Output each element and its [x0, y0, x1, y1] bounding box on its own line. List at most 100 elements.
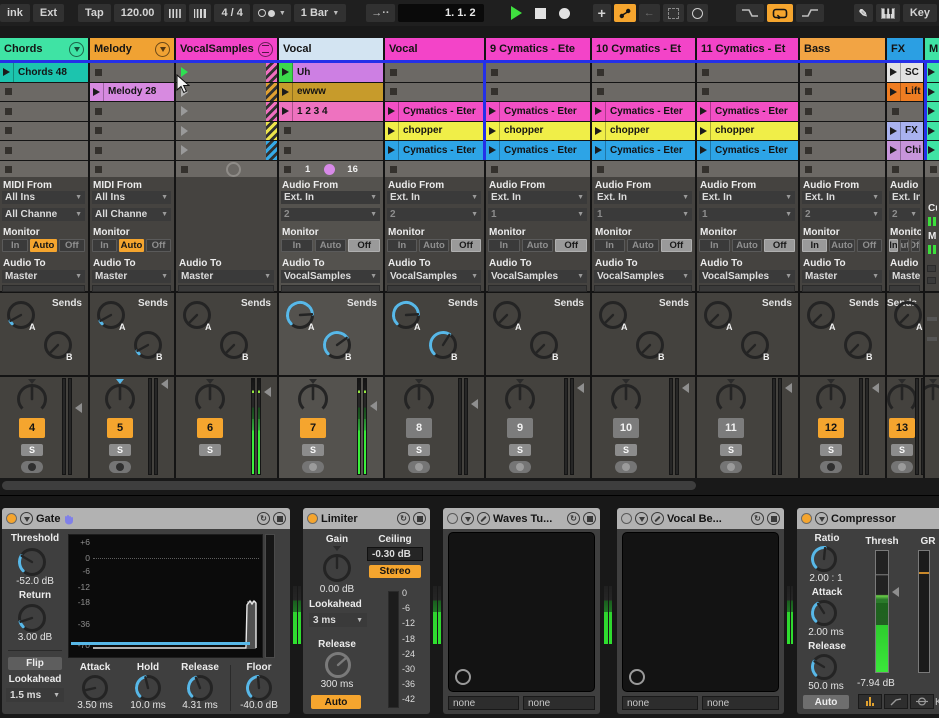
- clip-slot[interactable]: [800, 102, 885, 121]
- threshold-knob[interactable]: [16, 546, 48, 578]
- clip-slot[interactable]: [925, 141, 939, 160]
- clip-slot[interactable]: Cymatics - Eter: [385, 102, 484, 121]
- auto-button[interactable]: Auto: [803, 695, 849, 709]
- arm-button[interactable]: [302, 461, 324, 473]
- input-channel-select[interactable]: 2▼: [802, 208, 882, 221]
- device-off-led[interactable]: [621, 513, 632, 524]
- monitor-auto-button[interactable]: Auto: [119, 239, 144, 252]
- clip-slot[interactable]: [0, 122, 88, 141]
- clip-slot[interactable]: [800, 83, 885, 102]
- clip[interactable]: FX: [887, 122, 923, 141]
- follow-button[interactable]: →··: [366, 4, 394, 22]
- clip-play-button[interactable]: [486, 141, 500, 160]
- clip-slot[interactable]: Chi: [887, 141, 923, 160]
- stereo-button[interactable]: Stereo: [369, 565, 421, 578]
- clip-slot[interactable]: [176, 102, 277, 121]
- release-value[interactable]: 50.0 ms: [799, 681, 853, 692]
- metronome-button[interactable]: ▼: [253, 4, 291, 22]
- track-header[interactable]: M: [925, 38, 939, 60]
- fold-chevron-icon[interactable]: [155, 42, 170, 57]
- clip-slot[interactable]: [800, 63, 885, 82]
- release-knob[interactable]: [809, 652, 839, 682]
- track-activator[interactable]: 8: [406, 418, 432, 438]
- nudge-down-button[interactable]: [164, 4, 186, 22]
- clip-slot[interactable]: Chords 48: [0, 63, 88, 82]
- input-channel-select[interactable]: 2▼: [387, 208, 481, 221]
- release-value[interactable]: 4.31 ms: [170, 700, 230, 711]
- clip[interactable]: Chi: [887, 141, 923, 160]
- clip-slot[interactable]: Cymatics - Eter: [697, 141, 798, 160]
- clip-slot[interactable]: [887, 102, 923, 121]
- clip[interactable]: chopper: [486, 122, 590, 141]
- volume-knob[interactable]: [609, 382, 643, 416]
- gate-threshold-line[interactable]: [71, 642, 250, 645]
- clip[interactable]: chopper: [697, 122, 798, 141]
- new-button[interactable]: +: [593, 4, 611, 22]
- clip-slot[interactable]: [0, 141, 88, 160]
- threshold-meter[interactable]: [875, 550, 889, 673]
- clip-slot[interactable]: Cymatics - Eter: [385, 141, 484, 160]
- ratio-knob[interactable]: [809, 544, 839, 574]
- track-activator[interactable]: 6: [197, 418, 223, 438]
- limiter-title-bar[interactable]: Limiter ↻: [303, 508, 430, 529]
- clip-slot[interactable]: Cymatics - Eter: [486, 141, 590, 160]
- clip-play-button[interactable]: [279, 83, 293, 102]
- activity-view-button[interactable]: [858, 694, 882, 709]
- input-select[interactable]: Ext. In▼: [387, 191, 481, 204]
- monitor-in-button[interactable]: In: [802, 239, 827, 252]
- arm-button[interactable]: [109, 461, 131, 473]
- track-activator[interactable]: 5: [107, 418, 133, 438]
- volume-knob[interactable]: [296, 382, 330, 416]
- input-channel-select[interactable]: 1▼: [594, 208, 692, 221]
- monitor-auto-button[interactable]: Auto: [419, 239, 449, 252]
- gain-value[interactable]: 0.00 dB: [309, 584, 365, 595]
- clip-slot[interactable]: [925, 63, 939, 82]
- volume-knob[interactable]: [193, 382, 227, 416]
- volume-knob[interactable]: [503, 382, 537, 416]
- clip-play-button[interactable]: [486, 122, 500, 141]
- gate-title-bar[interactable]: Gate ↻: [2, 508, 290, 529]
- solo-button[interactable]: S: [21, 444, 43, 456]
- track-activator[interactable]: 4: [19, 418, 45, 438]
- release-knob[interactable]: [185, 673, 215, 703]
- solo-button[interactable]: S: [820, 444, 842, 456]
- monitor-off-button[interactable]: Off: [857, 239, 882, 252]
- arm-button[interactable]: [891, 461, 913, 473]
- track-header[interactable]: 10 Cymatics - Et: [592, 38, 695, 60]
- clip-slot[interactable]: [176, 83, 277, 102]
- clip-slot[interactable]: 1 2 3 4: [279, 102, 383, 121]
- track-header[interactable]: 11 Cymatics - Et: [697, 38, 798, 60]
- output-select[interactable]: VocalSamples▼: [281, 270, 380, 283]
- clip-play-button[interactable]: [385, 141, 399, 160]
- device-on-led[interactable]: [6, 513, 17, 524]
- punch-in-button[interactable]: [736, 4, 764, 22]
- monitor-in-button[interactable]: In: [594, 239, 625, 252]
- monitor-off-button[interactable]: Off: [661, 239, 692, 252]
- clip-slot[interactable]: [176, 122, 277, 141]
- solo-button[interactable]: S: [302, 444, 324, 456]
- clip-slot[interactable]: Cymatics - Eter: [592, 141, 695, 160]
- automation-arm-button[interactable]: [614, 4, 636, 22]
- stop-button[interactable]: [530, 4, 551, 22]
- hot-swap-icon[interactable]: ↻: [567, 512, 580, 525]
- transfer-curve-button[interactable]: [884, 694, 908, 709]
- input-select[interactable]: Ext. In▼: [802, 191, 882, 204]
- clip-slot[interactable]: Cymatics - Eter: [592, 102, 695, 121]
- monitor-auto-button[interactable]: Auto: [315, 239, 347, 252]
- monitor-off-button[interactable]: Off: [911, 239, 920, 252]
- attack-value[interactable]: 2.00 ms: [799, 627, 853, 638]
- record-button[interactable]: [554, 4, 575, 22]
- floor-value[interactable]: -40.0 dB: [230, 700, 288, 711]
- arm-button[interactable]: [509, 461, 531, 473]
- input-select[interactable]: All Ins▼: [2, 191, 85, 204]
- arm-button[interactable]: [820, 461, 842, 473]
- compressor-title-bar[interactable]: Compressor: [797, 508, 939, 529]
- plugin-title-bar[interactable]: Waves Tu... ↻: [443, 508, 600, 529]
- monitor-auto-button[interactable]: Auto: [900, 239, 909, 252]
- monitor-off-button[interactable]: Off: [555, 239, 587, 252]
- clip-slot[interactable]: [925, 122, 939, 141]
- tap-tempo-button[interactable]: Tap: [78, 4, 111, 22]
- plugin-param-slot[interactable]: none: [523, 696, 595, 710]
- capture-button[interactable]: [663, 4, 684, 22]
- clip[interactable]: Cymatics - Eter: [697, 102, 798, 121]
